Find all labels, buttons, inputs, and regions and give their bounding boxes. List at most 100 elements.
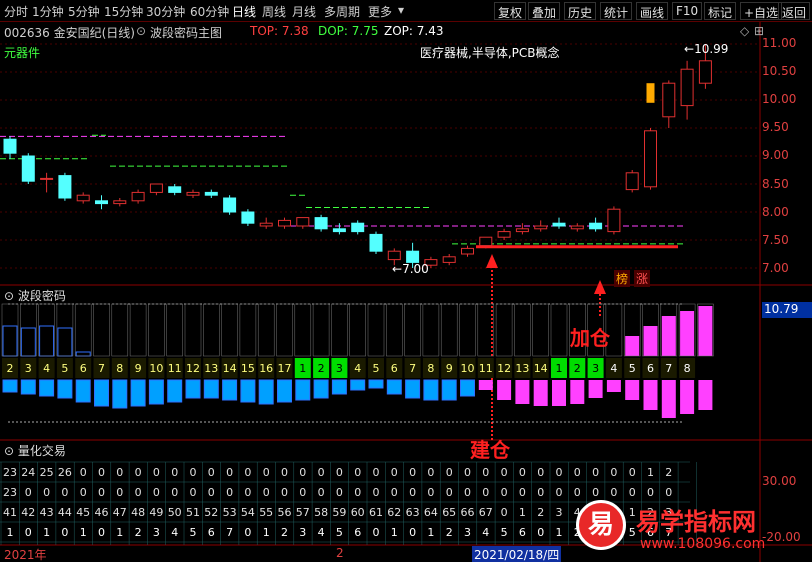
quant-cell: 0	[226, 466, 234, 479]
quant-cell: 0	[116, 466, 124, 479]
wave-bar-down	[643, 380, 658, 410]
quant-cell: 24	[21, 466, 36, 479]
wave-column-outline	[148, 303, 165, 357]
date-month: 2	[336, 546, 344, 560]
price-tick: 10.00	[762, 92, 797, 106]
panel-toggle-icon[interactable]: ⊙	[4, 289, 18, 303]
low-annotation: ←7.00	[392, 262, 429, 276]
wave-panel-title[interactable]: ⊙ 波段密码	[4, 287, 66, 304]
wave-column-outline	[331, 303, 348, 357]
wave-bar-up	[643, 326, 658, 356]
wave-count-label: 8	[683, 362, 691, 375]
quant-cell: 0	[207, 486, 215, 499]
quant-cell: 0	[445, 486, 453, 499]
wave-column-outline	[294, 303, 312, 357]
wave-value-box: 10.79	[762, 302, 812, 318]
quant-cell: 0	[134, 466, 142, 479]
wave-column-outline	[184, 303, 202, 357]
wave-bar-down	[588, 380, 603, 398]
quant-axis-tick: -20.00	[762, 530, 801, 544]
wave-count-label: 3	[24, 362, 32, 375]
quant-cell: 0	[628, 466, 636, 479]
quant-cell: 41	[3, 506, 17, 519]
wave-column-outline	[404, 303, 421, 357]
quant-cell: 1	[262, 526, 270, 539]
candle-body	[662, 82, 676, 118]
wave-bar-down	[552, 380, 566, 406]
candle-body	[168, 186, 182, 193]
candle-body	[3, 138, 17, 154]
wave-bar-down	[112, 379, 128, 409]
quant-cell: 58	[314, 506, 329, 519]
quant-cell: 0	[518, 486, 526, 499]
prev-icon[interactable]: ◇	[740, 24, 749, 38]
quant-cell: 0	[372, 526, 380, 539]
wave-bar-down	[277, 379, 292, 403]
wave-panel-label: 波段密码	[17, 289, 66, 303]
wave-column-outline	[111, 303, 129, 357]
concept-label: 医疗器械,半导体,PCB概念	[420, 46, 560, 60]
quant-cell: 0	[189, 486, 197, 499]
quant-cell: 4	[171, 526, 179, 539]
candle-body	[21, 155, 35, 182]
quant-cell: 0	[482, 486, 490, 499]
date-cursor: 2021/02/18/四	[472, 546, 562, 562]
wave-bar-down	[405, 379, 421, 399]
quant-cell: 7	[226, 526, 234, 539]
quant-cell: 0	[573, 486, 581, 499]
wave-count-label: 11	[478, 362, 493, 375]
wave-bar-down	[441, 379, 457, 401]
price-tick: 7.00	[762, 261, 789, 275]
price-tick: 8.50	[762, 177, 789, 191]
price-tick: 9.00	[762, 148, 789, 162]
quant-cell: 0	[409, 466, 417, 479]
quant-cell: 0	[464, 486, 471, 499]
wave-count-label: 4	[610, 362, 618, 375]
quant-panel-title[interactable]: ⊙ 量化交易	[4, 442, 66, 459]
wave-bar-down	[313, 379, 329, 399]
wave-bar-down	[75, 379, 91, 403]
quant-cell: 0	[116, 486, 124, 499]
wave-column-outline	[239, 303, 257, 357]
wave-bar-down	[625, 380, 640, 400]
quant-cell: 56	[277, 506, 292, 519]
quant-cell: 0	[537, 486, 545, 499]
wave-column-outline	[38, 303, 55, 357]
quant-cell: 0	[262, 466, 270, 479]
quant-cell: 0	[79, 466, 87, 479]
price-tick: 10.50	[762, 64, 797, 78]
quant-cell: 23	[3, 466, 17, 479]
quant-cell: 63	[405, 506, 420, 519]
quant-cell: 1	[555, 526, 563, 539]
wave-count-label: 7	[98, 362, 105, 375]
wave-column-outline	[532, 303, 549, 357]
wave-column-outline	[20, 303, 37, 357]
candle-body	[351, 222, 365, 233]
panel-toggle-icon[interactable]: ⊙	[4, 444, 18, 458]
wave-column-outline	[276, 303, 293, 357]
quant-cell: 2	[665, 466, 673, 479]
wave-count-label: 10	[460, 362, 475, 375]
quant-cell: 59	[332, 506, 347, 519]
quant-cell: 3	[299, 526, 307, 539]
wave-count-label: 13	[204, 362, 219, 375]
candle-body	[625, 172, 639, 191]
indicator-name[interactable]: 波段密码主图	[150, 24, 222, 41]
wave-count-label: 12	[186, 362, 200, 375]
wave-bar-down	[497, 380, 512, 400]
candle-body	[589, 222, 603, 230]
wave-count-label: 2	[6, 362, 14, 375]
wave-bar-down	[94, 379, 109, 407]
quant-cell: 0	[390, 466, 398, 479]
quant-cell: 1	[116, 526, 124, 539]
quant-cell: 0	[98, 526, 105, 539]
candle-body	[76, 194, 90, 202]
quant-cell: 0	[665, 486, 673, 499]
wave-bar-up	[698, 306, 713, 356]
quant-cell: 52	[204, 506, 219, 519]
quant-cell: 46	[94, 506, 109, 519]
wave-bar-down	[533, 380, 548, 406]
indicator-toggle-icon[interactable]: ⊙	[136, 24, 146, 38]
wave-bar-down	[570, 380, 585, 404]
wave-count-label: 6	[79, 362, 87, 375]
